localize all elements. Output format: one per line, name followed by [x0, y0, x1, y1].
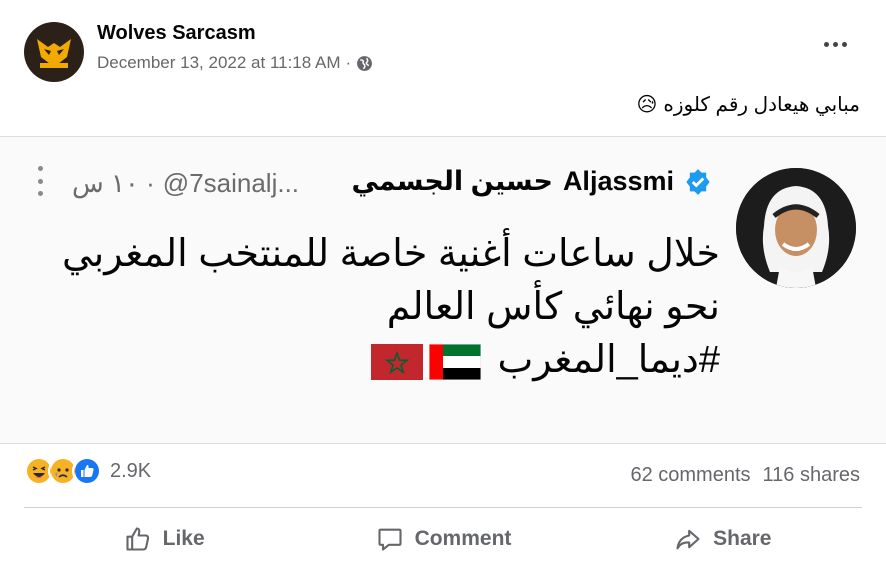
meta-separator: ·: [345, 53, 352, 72]
facebook-post: Wolves Sarcasm December 13, 2022 at 11:1…: [0, 0, 886, 568]
tweet-time: · ١٠ س: [72, 168, 155, 198]
tweet-hashtag: #ديما_المغرب: [497, 339, 721, 381]
comment-icon: [378, 528, 402, 551]
post-actions: Like Comment Share: [24, 514, 862, 564]
reaction-count: 2.9K: [110, 459, 152, 482]
shares-count[interactable]: 116 shares: [763, 464, 860, 487]
comment-label: Comment: [414, 527, 512, 550]
page-avatar[interactable]: [24, 22, 84, 82]
tweet-line-3: #ديما_المغرب: [20, 334, 720, 387]
sad-emoji: 😥: [636, 94, 658, 116]
post-caption: مبابي هيعادل رقم كلوزه 😥: [636, 92, 860, 117]
uae-flag-icon: [428, 343, 481, 380]
more-icon: [823, 41, 829, 47]
more-options-button[interactable]: [820, 34, 850, 54]
tweet-handle: @7sainalj...: [162, 168, 300, 198]
tweet-line-2: نحو نهائي كأس العالم: [386, 286, 720, 328]
tweet-line-1: خلال ساعات أغنية خاصة للمنتخب المغربي: [61, 233, 720, 275]
post-timestamp[interactable]: December 13, 2022 at 11:18 AM: [97, 53, 341, 73]
post-meta: December 13, 2022 at 11:18 AM ·: [97, 53, 373, 73]
like-button[interactable]: Like: [24, 514, 303, 564]
comments-count[interactable]: 62 comments: [630, 464, 750, 487]
tweet-handle-row: · ١٠ س @7sainalj...: [72, 168, 299, 199]
tweet-name-latin: Aljassmi: [562, 166, 674, 196]
reaction-icons: [24, 456, 102, 486]
tweet-text: خلال ساعات أغنية خاصة للمنتخب المغربي نح…: [20, 228, 720, 387]
like-label: Like: [162, 527, 205, 550]
reactions-summary[interactable]: 2.9K: [24, 456, 151, 486]
caption-text: مبابي هيعادل رقم كلوزه: [663, 94, 860, 116]
share-label: Share: [713, 527, 772, 550]
post-author[interactable]: Wolves Sarcasm: [97, 22, 256, 45]
tweet-author: حسين الجسمي Aljassmi: [351, 166, 712, 197]
wolves-logo-icon: [37, 39, 71, 68]
share-icon: [676, 529, 700, 550]
tweet-avatar: [736, 168, 856, 288]
like-reaction-icon: [72, 456, 102, 486]
engagement-counts: 62 comments 116 shares: [630, 464, 860, 487]
morocco-flag-icon: [370, 343, 423, 380]
tweet-more-icon: [38, 166, 46, 196]
thumbs-up-icon: [126, 527, 149, 551]
share-button[interactable]: Share: [583, 514, 862, 564]
comment-button[interactable]: Comment: [303, 514, 582, 564]
verified-badge-icon: [686, 168, 710, 195]
actions-divider: [24, 507, 862, 508]
globe-icon[interactable]: [356, 55, 373, 72]
flags: [370, 343, 481, 380]
tweet-name-arabic: حسين الجسمي: [351, 166, 553, 196]
